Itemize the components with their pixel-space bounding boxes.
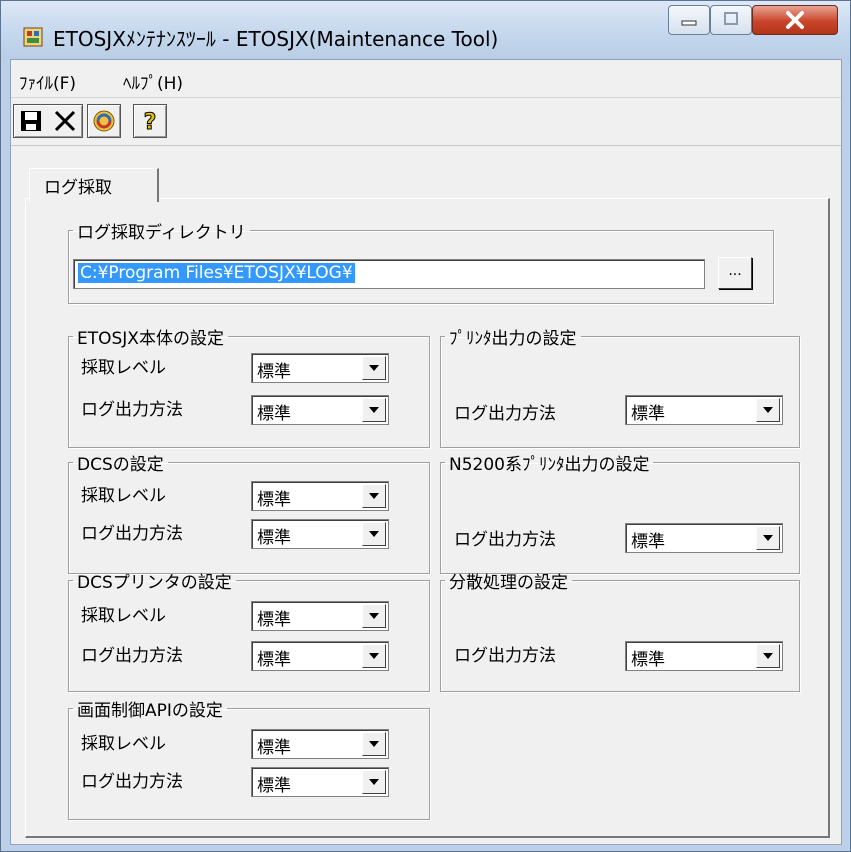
minimize-button[interactable] xyxy=(668,5,710,35)
refresh-icon xyxy=(93,110,115,132)
window-title: ETOSJXﾒﾝﾃﾅﾝｽﾂｰﾙ - ETOSJX(Maintenance Too… xyxy=(53,27,499,51)
distributed-settings-group: 分散処理の設定 xyxy=(440,568,800,692)
distributed-method-select[interactable]: 標準 xyxy=(625,641,783,671)
dcs-printer-method-value: 標準 xyxy=(257,650,291,670)
printer-settings-title: ﾌﾟﾘﾝﾀ出力の設定 xyxy=(449,329,577,349)
minimize-icon xyxy=(681,20,697,26)
etosjx-settings-group: ETOSJX本体の設定 xyxy=(68,324,430,448)
chevron-down-icon[interactable] xyxy=(756,644,780,668)
printer-method-label: ログ出力方法 xyxy=(454,404,556,424)
dcs-level-value: 標準 xyxy=(257,490,291,510)
chevron-down-icon[interactable] xyxy=(362,398,386,422)
chevron-down-icon[interactable] xyxy=(362,522,386,546)
chevron-down-icon[interactable] xyxy=(362,356,386,380)
chevron-down-icon[interactable] xyxy=(362,770,386,794)
screen-api-method-label: ログ出力方法 xyxy=(81,772,183,792)
screen-api-level-select[interactable]: 標準 xyxy=(251,729,389,759)
etosjx-level-label: 採取レベル xyxy=(81,358,166,378)
dcs-method-label: ログ出力方法 xyxy=(81,524,183,544)
dcs-printer-method-label: ログ出力方法 xyxy=(81,646,183,666)
main-window: ETOSJXﾒﾝﾃﾅﾝｽﾂｰﾙ - ETOSJX(Maintenance Too… xyxy=(0,0,851,852)
printer-settings-group: ﾌﾟﾘﾝﾀ出力の設定 xyxy=(440,324,800,448)
screen-api-method-select[interactable]: 標準 xyxy=(251,767,389,797)
toolbar: ? xyxy=(11,98,841,146)
save-icon[interactable] xyxy=(19,109,43,133)
distributed-settings-title: 分散処理の設定 xyxy=(449,573,568,593)
chevron-down-icon[interactable] xyxy=(362,604,386,628)
printer-method-value: 標準 xyxy=(631,404,665,424)
screen-api-settings-title: 画面制御APIの設定 xyxy=(77,701,223,721)
dcs-settings-title: DCSの設定 xyxy=(77,455,164,475)
help-button[interactable]: ? xyxy=(133,104,167,138)
dcs-method-select[interactable]: 標準 xyxy=(251,519,389,549)
n5200-method-label: ログ出力方法 xyxy=(454,530,556,550)
close-icon xyxy=(786,11,804,29)
help-icon: ? xyxy=(143,110,157,135)
dcs-printer-level-label: 採取レベル xyxy=(81,606,166,626)
dcs-printer-level-select[interactable]: 標準 xyxy=(251,601,389,631)
distributed-method-label: ログ出力方法 xyxy=(454,646,556,666)
chevron-down-icon[interactable] xyxy=(362,644,386,668)
log-directory-label: ログ採取ディレクトリ xyxy=(77,223,246,243)
dcs-printer-method-select[interactable]: 標準 xyxy=(251,641,389,671)
save-delete-group xyxy=(13,104,83,138)
n5200-method-select[interactable]: 標準 xyxy=(625,523,783,553)
maximize-icon xyxy=(724,12,738,25)
etosjx-method-value: 標準 xyxy=(257,404,291,424)
screen-api-level-value: 標準 xyxy=(257,738,291,758)
n5200-method-value: 標準 xyxy=(631,532,665,552)
dcs-printer-settings-title: DCSプリンタの設定 xyxy=(77,573,232,593)
etosjx-method-label: ログ出力方法 xyxy=(81,400,183,420)
printer-method-select[interactable]: 標準 xyxy=(625,395,783,425)
etosjx-level-select[interactable]: 標準 xyxy=(251,353,389,383)
browse-button[interactable]: ... xyxy=(718,257,752,289)
chevron-down-icon[interactable] xyxy=(756,398,780,422)
menu-file[interactable]: ﾌｧｲﾙ(F) xyxy=(19,69,76,94)
chevron-down-icon[interactable] xyxy=(756,526,780,550)
maximize-button[interactable] xyxy=(710,5,752,35)
menu-bar: ﾌｧｲﾙ(F) ﾍﾙﾌﾟ(H) xyxy=(11,60,841,98)
n5200-settings-group: N5200系ﾌﾟﾘﾝﾀ出力の設定 xyxy=(440,450,800,574)
log-directory-value: C:¥Program Files¥ETOSJX¥LOG¥ xyxy=(78,263,355,283)
etosjx-level-value: 標準 xyxy=(257,362,291,382)
etosjx-settings-title: ETOSJX本体の設定 xyxy=(77,329,224,349)
dcs-level-select[interactable]: 標準 xyxy=(251,481,389,511)
log-directory-input[interactable]: C:¥Program Files¥ETOSJX¥LOG¥ xyxy=(73,259,705,289)
delete-icon[interactable] xyxy=(53,109,77,133)
close-button[interactable] xyxy=(752,5,838,35)
dcs-level-label: 採取レベル xyxy=(81,486,166,506)
menu-help[interactable]: ﾍﾙﾌﾟ(H) xyxy=(123,69,183,94)
etosjx-method-select[interactable]: 標準 xyxy=(251,395,389,425)
distributed-method-value: 標準 xyxy=(631,650,665,670)
dcs-method-value: 標準 xyxy=(257,528,291,548)
chevron-down-icon[interactable] xyxy=(362,732,386,756)
dcs-settings-group: DCSの設定 xyxy=(68,450,430,574)
refresh-button[interactable] xyxy=(87,104,121,138)
screen-api-method-value: 標準 xyxy=(257,776,291,796)
tab-log[interactable]: ログ採取 xyxy=(29,168,159,202)
app-icon xyxy=(23,27,43,47)
client-area: ﾌｧｲﾙ(F) ﾍﾙﾌﾟ(H) ? ログ採取 ログ採取ディレクトリ ETOSJX… xyxy=(10,59,842,845)
n5200-settings-title: N5200系ﾌﾟﾘﾝﾀ出力の設定 xyxy=(449,455,650,475)
dcs-printer-level-value: 標準 xyxy=(257,610,291,630)
screen-api-level-label: 採取レベル xyxy=(81,734,166,754)
svg-text:?: ? xyxy=(144,110,157,134)
title-bar[interactable]: ETOSJXﾒﾝﾃﾅﾝｽﾂｰﾙ - ETOSJX(Maintenance Too… xyxy=(1,1,850,59)
chevron-down-icon[interactable] xyxy=(362,484,386,508)
